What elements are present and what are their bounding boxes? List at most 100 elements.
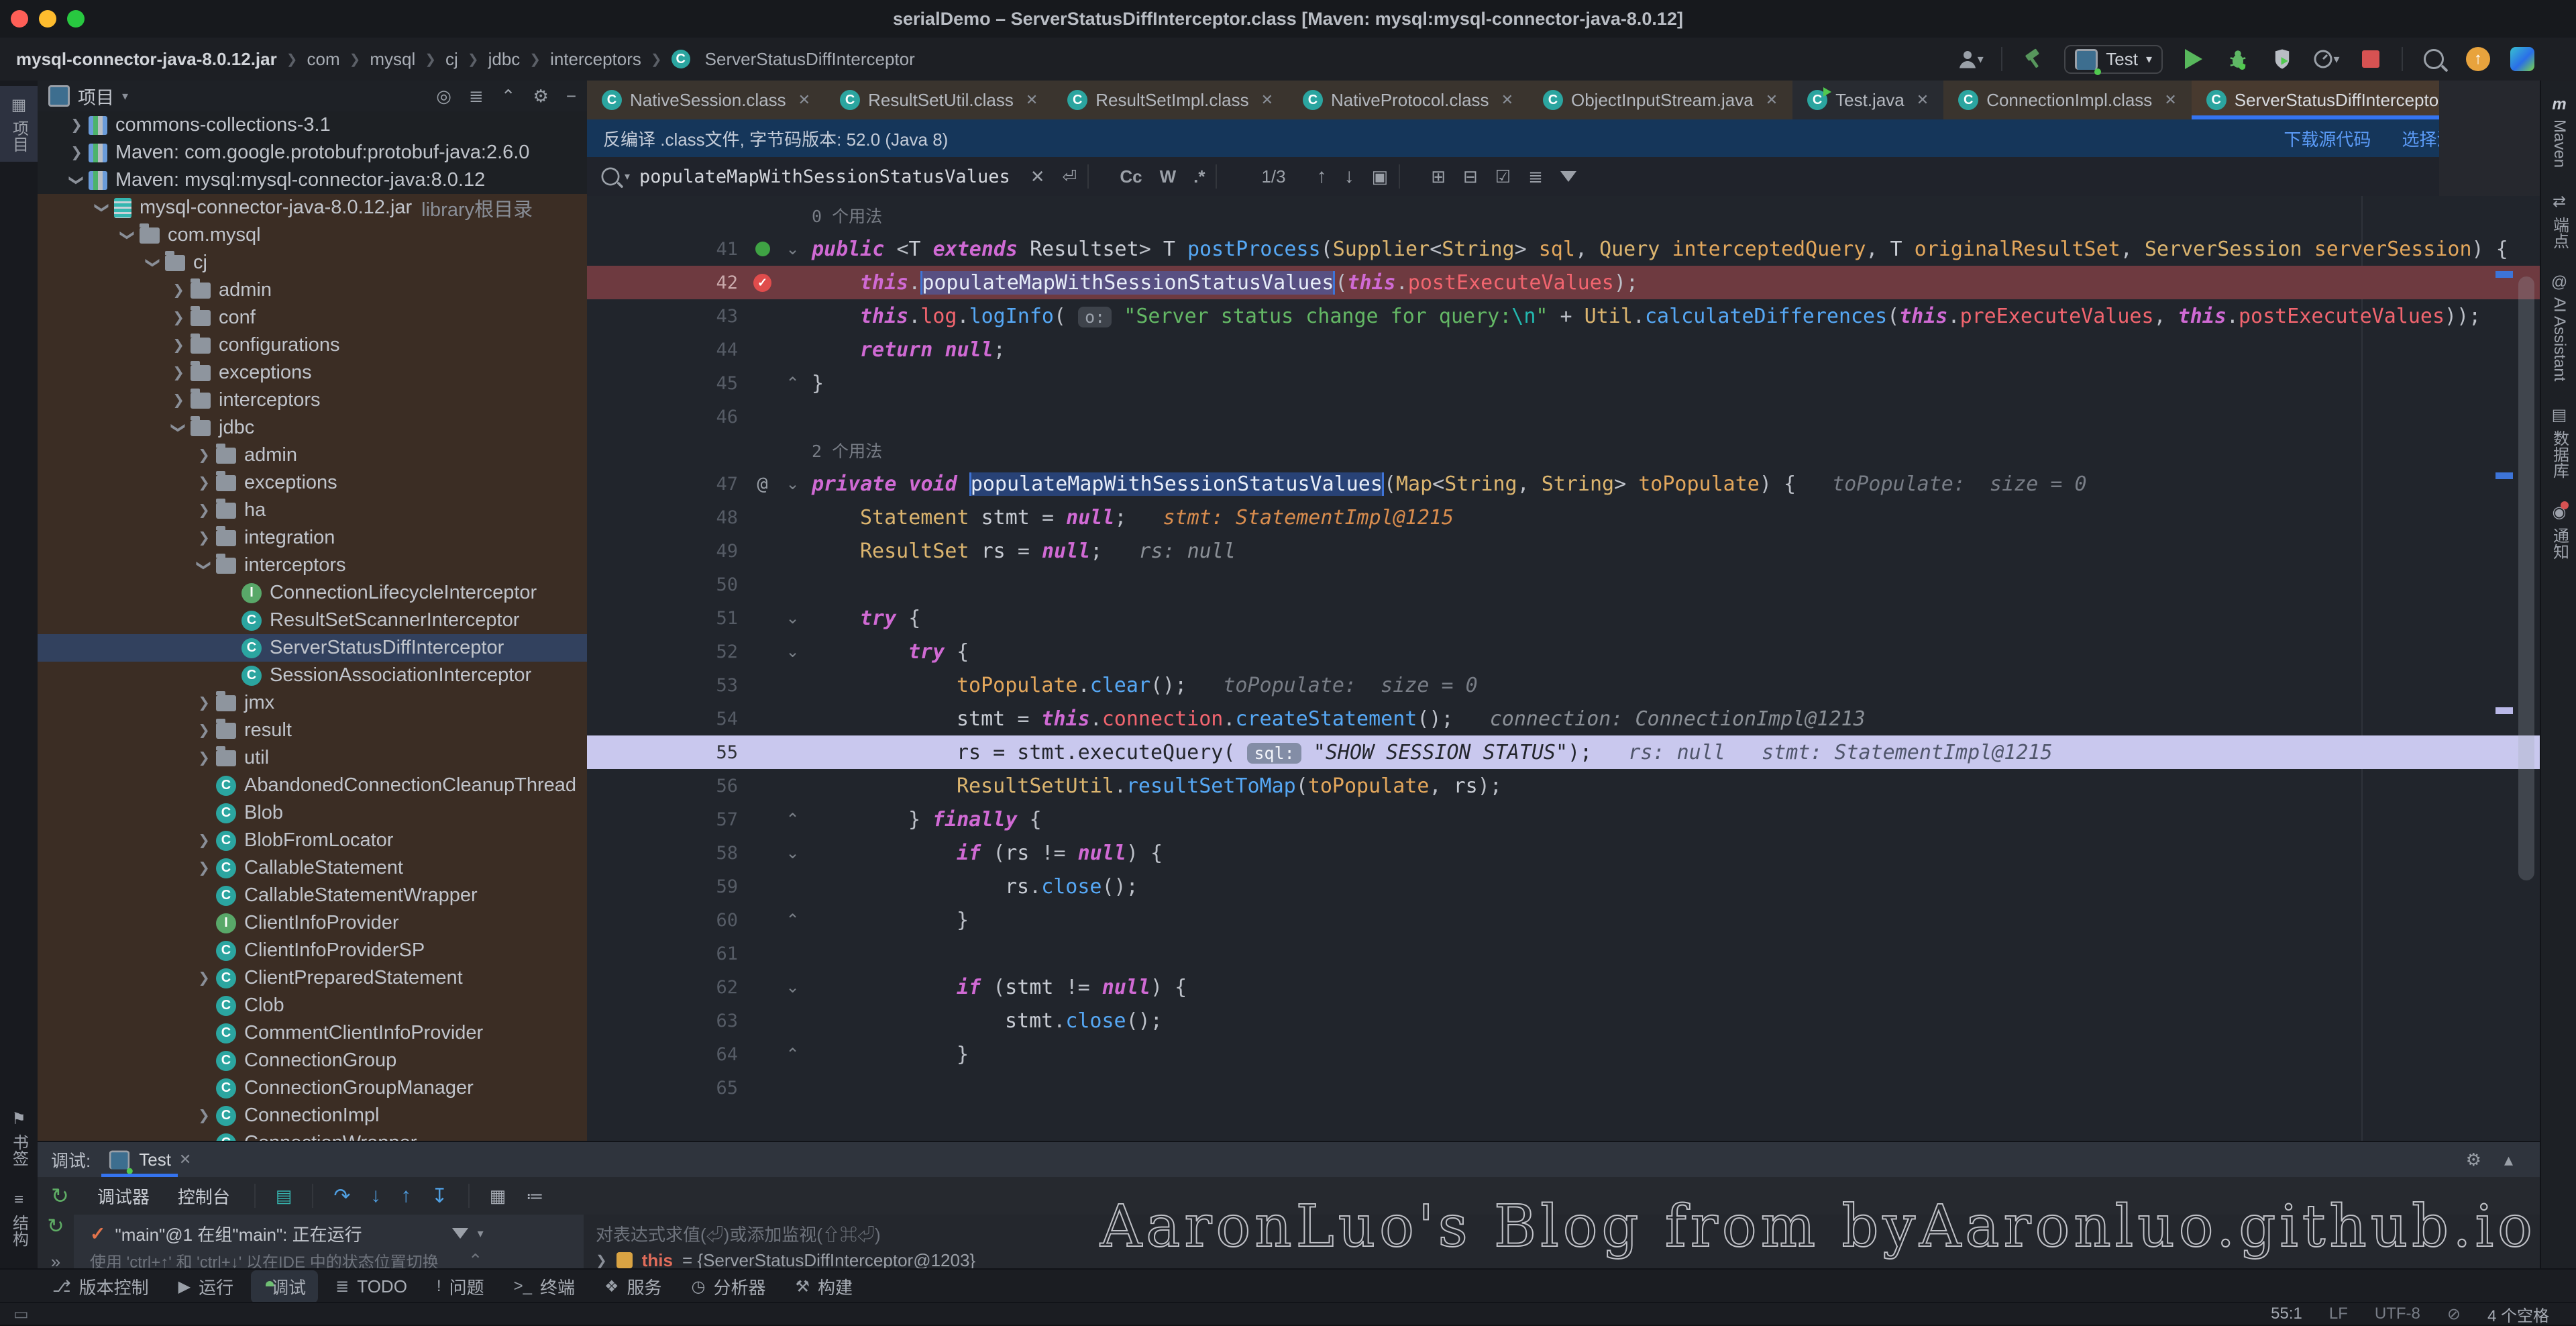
tree-item[interactable]: ❯CCallableStatement — [38, 854, 587, 882]
tree-item[interactable]: CBlob — [38, 799, 587, 827]
fold-marker-icon[interactable]: ⌃ — [777, 911, 808, 930]
stop-button[interactable] — [2357, 44, 2384, 74]
banner-action-link[interactable]: 下载源代码 — [2284, 126, 2371, 151]
stripe-item-ai-assistant[interactable]: @AI Assistant — [2541, 264, 2576, 391]
close-tab-icon[interactable]: ✕ — [1261, 91, 1273, 109]
tree-item[interactable]: CConnectionGroupManager — [38, 1074, 587, 1102]
tree-chevron-icon[interactable]: ❯ — [166, 337, 191, 354]
hide-debug-panel-icon[interactable]: ▴ — [2504, 1150, 2513, 1170]
tree-item[interactable]: CResultSetScannerInterceptor — [38, 607, 587, 634]
tree-chevron-icon[interactable]: ❯ — [166, 392, 191, 409]
tree-chevron-icon[interactable]: ❯ — [192, 750, 216, 766]
breadcrumb-item[interactable]: cj — [445, 49, 458, 70]
stripe-mark-current[interactable] — [2496, 707, 2513, 714]
frames-dropdown-icon[interactable]: ▾ — [478, 1227, 484, 1241]
breadcrumb-item[interactable]: mysql — [370, 49, 415, 70]
editor-tab[interactable]: CConnectionImpl.class✕ — [1943, 81, 2192, 119]
tree-item[interactable]: ❯exceptions — [38, 359, 587, 387]
toolwindow-button-build[interactable]: ⚒构建 — [784, 1270, 865, 1303]
close-tab-icon[interactable]: ✕ — [2164, 91, 2176, 109]
close-session-icon[interactable]: ✕ — [179, 1151, 191, 1168]
tree-item[interactable]: ❯Maven: com.google.protobuf:protobuf-jav… — [38, 139, 587, 166]
fold-marker-icon[interactable]: ⌃ — [777, 810, 808, 829]
editor-tab[interactable]: CNativeProtocol.class✕ — [1288, 81, 1528, 119]
find-toggle-w[interactable]: W — [1160, 166, 1177, 187]
tree-item[interactable]: ❯jmx — [38, 689, 587, 717]
tree-item[interactable]: ❯CBlobFromLocator — [38, 827, 587, 854]
breakpoint-icon[interactable]: ✓ — [747, 274, 777, 292]
tree-chevron-icon[interactable]: ❯ — [192, 722, 216, 739]
status-item[interactable]: ⊘ — [2447, 1305, 2461, 1324]
step-into-icon[interactable]: ↓ — [371, 1184, 381, 1207]
debug-button[interactable] — [2224, 44, 2251, 74]
locate-file-icon[interactable]: ◎ — [436, 86, 451, 107]
tree-item[interactable]: CAbandonedConnectionCleanupThread — [38, 772, 587, 799]
coverage-button[interactable] — [2269, 44, 2296, 74]
profiler-button[interactable]: ▾ — [2313, 44, 2340, 74]
toolwindow-button-branch[interactable]: ⎇版本控制 — [40, 1270, 161, 1303]
tree-item[interactable]: CCommentClientInfoProvider — [38, 1019, 587, 1047]
tab-debugger[interactable]: 调试器 — [93, 1180, 154, 1213]
tree-item[interactable]: ❯mysql-connector-java-8.0.12.jarlibrary根… — [38, 194, 587, 221]
tree-item[interactable]: CClientInfoProviderSP — [38, 937, 587, 964]
search-options-icon[interactable]: ≣ — [1528, 166, 1543, 187]
expand-all-icon[interactable]: ≣ — [469, 86, 484, 107]
run-button[interactable] — [2180, 44, 2207, 74]
editor-tab[interactable]: CTest.java✕ — [1792, 81, 1943, 119]
add-occurrence-icon[interactable]: ⊞ — [1431, 166, 1446, 187]
tree-chevron-icon[interactable]: ❯ — [192, 1107, 216, 1124]
close-tab-icon[interactable]: ✕ — [1501, 91, 1513, 109]
debug-session-tab[interactable]: Test ✕ — [101, 1142, 198, 1177]
editor-tab[interactable]: CNativeSession.class✕ — [587, 81, 825, 119]
next-match-icon[interactable]: ↓ — [1344, 165, 1354, 188]
tree-item[interactable]: ❯commons-collections-3.1 — [38, 111, 587, 139]
rerun-icon[interactable]: ↻ — [51, 1183, 69, 1209]
tree-item[interactable]: ❯integration — [38, 524, 587, 552]
tree-chevron-icon[interactable]: ❯ — [192, 860, 216, 876]
tree-item[interactable]: CCallableStatementWrapper — [38, 882, 587, 909]
tab-console[interactable]: 控制台 — [174, 1180, 234, 1213]
tree-item[interactable]: ❯admin — [38, 442, 587, 469]
editor-tab[interactable]: CObjectInputStream.java✕ — [1528, 81, 1792, 119]
toolwindow-button-services[interactable]: ❖服务 — [592, 1270, 674, 1303]
close-tab-icon[interactable]: ✕ — [1766, 91, 1778, 109]
tree-chevron-icon[interactable]: ❯ — [166, 282, 191, 299]
tree-item[interactable]: ❯admin — [38, 276, 587, 304]
settings-gear-icon[interactable]: ⚙ — [533, 86, 549, 107]
close-tab-icon[interactable]: ✕ — [798, 91, 810, 109]
tree-chevron-icon[interactable]: ❯ — [192, 832, 216, 849]
expand-variable-icon[interactable]: ❯ — [596, 1252, 607, 1269]
update-icon[interactable]: ↑ — [2465, 44, 2491, 74]
status-item[interactable]: UTF-8 — [2375, 1305, 2420, 1323]
tree-chevron-icon[interactable]: ❯ — [64, 117, 89, 134]
fold-marker-icon[interactable]: ⌄ — [777, 642, 808, 662]
tree-chevron-icon[interactable]: ❯ — [94, 196, 111, 220]
breadcrumb-item[interactable]: interceptors — [550, 49, 641, 70]
select-all-occurrences-icon[interactable]: ☑ — [1495, 166, 1511, 187]
stripe-item-maven[interactable]: mMaven — [2541, 86, 2576, 177]
run-to-cursor-icon[interactable]: ↧ — [431, 1184, 448, 1208]
user-icon[interactable]: ▾ — [1957, 44, 1984, 74]
remove-occurrence-icon[interactable]: ⊟ — [1463, 166, 1478, 187]
fold-marker-icon[interactable]: ⌄ — [777, 240, 808, 259]
tree-chevron-icon[interactable]: ❯ — [192, 502, 216, 519]
editor-tab[interactable]: CResultSetImpl.class✕ — [1053, 81, 1288, 119]
status-item[interactable]: LF — [2329, 1305, 2348, 1323]
collapse-all-icon[interactable]: ⌃ — [501, 86, 516, 107]
select-in-scope-icon[interactable]: ▣ — [1372, 166, 1389, 187]
step-out-icon[interactable]: ↑ — [401, 1184, 411, 1207]
stripe-mark[interactable] — [2496, 271, 2513, 278]
search-everywhere-icon[interactable] — [2420, 44, 2447, 74]
filter-icon[interactable] — [1560, 171, 1576, 182]
tree-item[interactable]: CSessionAssociationInterceptor — [38, 662, 587, 689]
run-configuration-select[interactable]: Test ▾ — [2064, 45, 2163, 74]
thread-status-row[interactable]: ✓ "main"@1 在组"main": 正在运行 ▾ — [90, 1220, 584, 1247]
fold-marker-icon[interactable]: ⌃ — [777, 374, 808, 393]
status-item[interactable]: 55:1 — [2271, 1305, 2302, 1323]
tree-item[interactable]: ❯CClientPreparedStatement — [38, 964, 587, 992]
stripe-item-bookmark[interactable]: ⚑书签 — [0, 1100, 38, 1176]
stripe-item-database[interactable]: ▤数据库 — [2541, 396, 2576, 488]
tree-item[interactable]: ❯interceptors — [38, 552, 587, 579]
tree-chevron-icon[interactable]: ❯ — [192, 529, 216, 546]
more-options-icon[interactable]: ≔ — [526, 1186, 543, 1207]
